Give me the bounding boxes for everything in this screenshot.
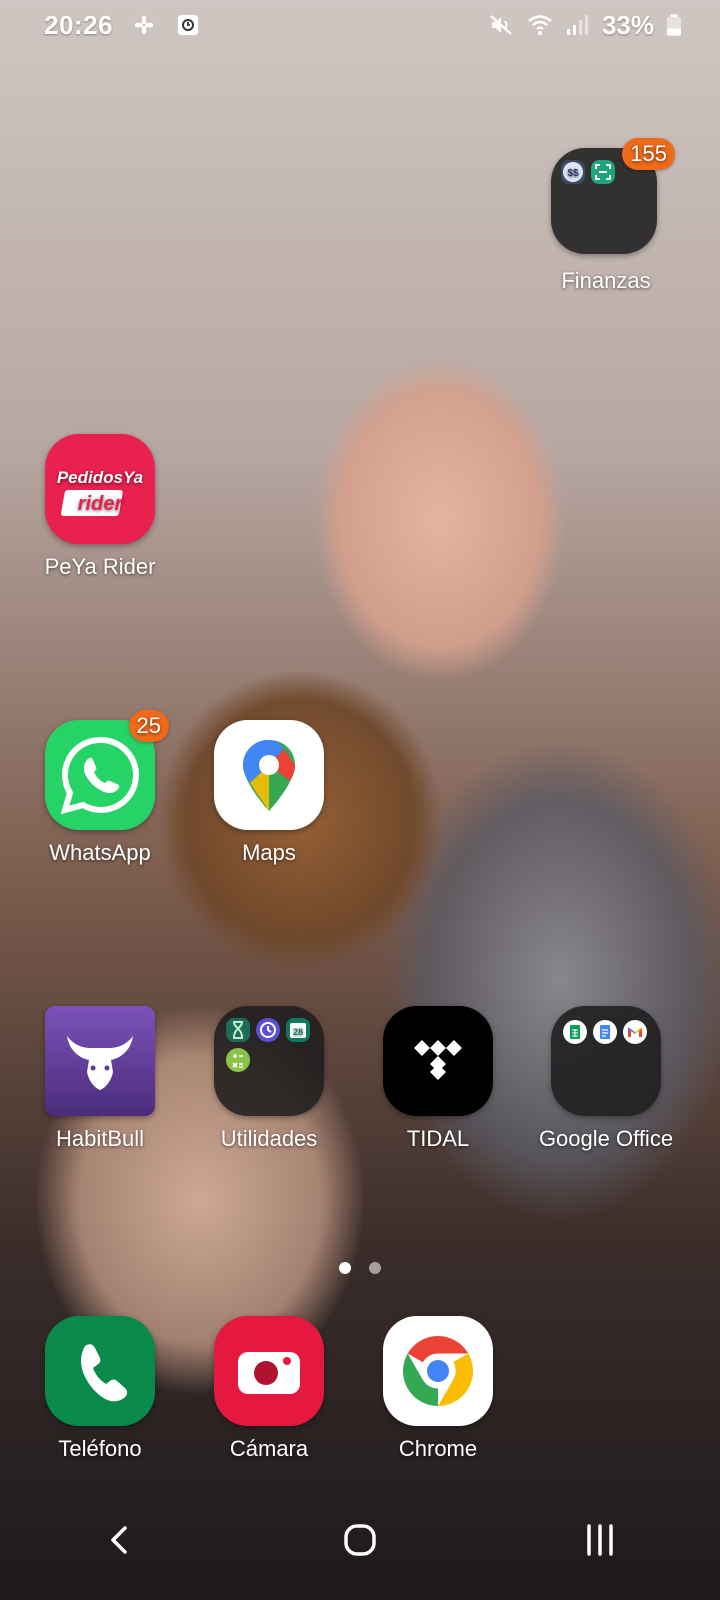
home-icon — [344, 1524, 376, 1556]
home-button[interactable] — [330, 1510, 390, 1570]
camara-app[interactable]: Cámara — [189, 1316, 349, 1462]
peya-rider-icon: PedidosYa rider — [45, 434, 155, 544]
recents-icon — [587, 1524, 613, 1556]
chrome-app[interactable]: Chrome — [358, 1316, 518, 1462]
wifi-icon — [526, 12, 552, 38]
finanzas-folder[interactable]: $$ 155 Finanzas — [526, 138, 686, 294]
calendar-date: 28 — [293, 1027, 303, 1037]
mute-icon — [488, 12, 514, 38]
maps-icon — [214, 720, 324, 830]
peya-rider-app[interactable]: PedidosYa rider PeYa Rider — [20, 434, 180, 580]
app-label: Teléfono — [58, 1436, 142, 1461]
folder-icon — [551, 1006, 661, 1116]
notification-badge: 25 — [128, 710, 169, 742]
peya-logo-bottom: rider — [78, 493, 124, 515]
docs-icon — [593, 1020, 617, 1044]
clock-app-icon — [256, 1018, 280, 1042]
money-app-icon: $$ — [561, 160, 585, 184]
calculator-app-icon — [226, 1048, 250, 1072]
recents-button[interactable] — [570, 1510, 630, 1570]
maps-app[interactable]: Maps — [189, 720, 349, 866]
battery-icon — [666, 12, 692, 38]
folder-icon: 28 — [214, 1006, 324, 1116]
back-icon — [111, 1526, 127, 1554]
clock-app-icon — [175, 12, 201, 38]
navigation-bar — [0, 1480, 720, 1600]
tidal-app[interactable]: TIDAL — [358, 1006, 518, 1152]
app-label: Utilidades — [220, 1126, 318, 1151]
page-dot-2[interactable] — [369, 1262, 381, 1274]
app-label: Finanzas — [561, 268, 651, 293]
habitbull-app[interactable]: HabitBull — [20, 1006, 180, 1152]
battery-percentage: 33% — [601, 9, 654, 40]
habitbull-icon — [45, 1006, 155, 1116]
fan-icon — [131, 12, 157, 38]
utilidades-folder[interactable]: 28 Utilidades — [189, 1006, 349, 1152]
svg-text:$$: $$ — [567, 168, 579, 179]
signal-icon — [564, 12, 590, 38]
phone-icon — [45, 1316, 155, 1426]
gmail-icon — [623, 1020, 647, 1044]
sheets-icon — [563, 1020, 587, 1044]
peya-logo-top: PedidosYa — [57, 468, 143, 487]
camera-icon — [214, 1316, 324, 1426]
calendar-app-icon: 28 — [286, 1018, 310, 1042]
tidal-icon — [383, 1006, 493, 1116]
status-bar: 20:26 33% — [0, 0, 720, 50]
scan-app-icon — [591, 160, 615, 184]
telefono-app[interactable]: Teléfono — [20, 1316, 180, 1462]
page-indicator — [0, 1262, 720, 1274]
app-label: Chrome — [398, 1436, 478, 1461]
app-label: Google Office — [538, 1126, 674, 1151]
chrome-icon — [383, 1316, 493, 1426]
google-office-folder[interactable]: Google Office — [526, 1006, 686, 1152]
notification-badge: 155 — [622, 138, 675, 170]
whatsapp-app[interactable]: 25 WhatsApp — [20, 710, 180, 866]
hourglass-app-icon — [226, 1018, 250, 1042]
app-label: TIDAL — [406, 1126, 470, 1151]
back-button[interactable] — [90, 1510, 150, 1570]
app-label: HabitBull — [55, 1126, 145, 1151]
clock: 20:26 — [44, 9, 113, 40]
app-label: Cámara — [229, 1436, 309, 1461]
app-label: PeYa Rider — [44, 554, 156, 579]
page-dot-1[interactable] — [339, 1262, 351, 1274]
app-label: Maps — [242, 840, 296, 865]
app-label: WhatsApp — [49, 840, 151, 865]
